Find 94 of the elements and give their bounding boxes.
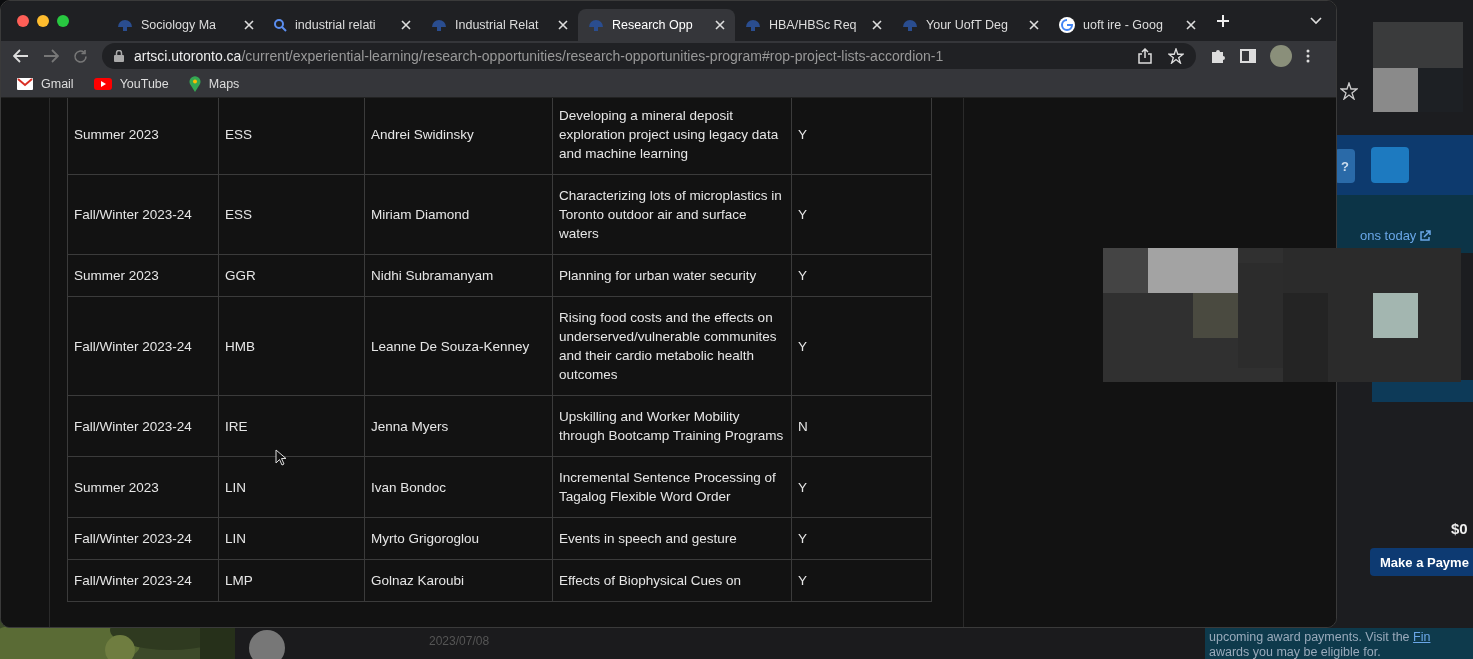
table-cell: Andrei Swidinsky bbox=[364, 98, 553, 175]
browser-tab[interactable]: Industrial Relat bbox=[421, 9, 578, 41]
globe-icon bbox=[117, 18, 133, 32]
address-bar[interactable]: artsci.utoronto.ca/current/experiential-learning/research-opportunities/research-opportunities-program#rop-project-lists-accordion-1 bbox=[102, 43, 1196, 69]
amount: $0 bbox=[1451, 520, 1468, 537]
profile-avatar[interactable] bbox=[1270, 45, 1292, 67]
table-cell: Developing a mineral deposit exploration project using legacy data and machine learning bbox=[552, 98, 792, 175]
table-cell: Y bbox=[791, 254, 932, 297]
google-icon bbox=[1059, 17, 1075, 33]
table-cell: Effects of Biophysical Cues on bbox=[552, 559, 792, 602]
table-cell: Y bbox=[791, 517, 932, 560]
star-icon[interactable] bbox=[1168, 48, 1184, 64]
more-icon[interactable] bbox=[1306, 49, 1310, 63]
table-cell: Jenna Myers bbox=[364, 395, 553, 457]
browser-tab[interactable]: uoft ire - Goog bbox=[1049, 9, 1206, 41]
close-icon[interactable] bbox=[1029, 20, 1039, 30]
table-cell: Upskilling and Worker Mobility through Bootcamp Training Programs bbox=[552, 395, 792, 457]
url-text: artsci.utoronto.ca/current/experiential-learning/research-opportunities/research-opportunities-program#rop-project-lists-accordion-1 bbox=[134, 48, 944, 64]
table-cell: Summer 2023 bbox=[67, 98, 219, 175]
table-cell: Y bbox=[791, 174, 932, 255]
table-cell: Fall/Winter 2023-24 bbox=[67, 517, 219, 560]
avatar bbox=[249, 630, 285, 659]
table-cell: Miriam Diamond bbox=[364, 174, 553, 255]
close-icon[interactable] bbox=[872, 20, 882, 30]
globe-icon bbox=[902, 18, 918, 32]
browser-tab[interactable]: industrial relati bbox=[264, 9, 421, 41]
map-pin-icon bbox=[188, 76, 201, 92]
table-cell: Leanne De Souza-Kenney bbox=[364, 296, 553, 396]
close-icon[interactable] bbox=[401, 20, 411, 30]
cursor-icon bbox=[275, 449, 287, 466]
table-cell: Myrto Grigoroglou bbox=[364, 517, 553, 560]
browser-tab[interactable]: Research Opp bbox=[578, 9, 735, 41]
table-cell: Golnaz Karoubi bbox=[364, 559, 553, 602]
share-icon[interactable] bbox=[1138, 48, 1152, 64]
table-cell: Y bbox=[791, 296, 932, 396]
table-cell: Rising food costs and the effects on underserved/vulnerable communites and their cardio metabolic health outcomes bbox=[552, 296, 792, 396]
table-cell: Incremental Sentence Processing of Tagalog Flexible Word Order bbox=[552, 456, 792, 518]
table-cell: ESS bbox=[218, 98, 365, 175]
new-tab-icon[interactable] bbox=[1216, 14, 1230, 28]
close-button[interactable] bbox=[17, 15, 29, 27]
mail-icon bbox=[17, 78, 33, 90]
table-cell: HMB bbox=[218, 296, 365, 396]
puzzle-icon[interactable] bbox=[1210, 48, 1226, 64]
table-cell: Characterizing lots of microplastics in Toronto outdoor air and surface waters bbox=[552, 174, 792, 255]
reload-icon[interactable] bbox=[73, 48, 88, 64]
table-cell: Ivan Bondoc bbox=[364, 456, 553, 518]
lock-icon bbox=[114, 50, 124, 62]
browser-tab[interactable]: Your UofT Deg bbox=[892, 9, 1049, 41]
link[interactable]: ons today bbox=[1360, 228, 1432, 243]
table-cell: Fall/Winter 2023-24 bbox=[67, 395, 219, 457]
link[interactable]: Fin bbox=[1413, 630, 1431, 644]
bookmark[interactable]: Gmail bbox=[17, 77, 74, 91]
table-cell: Nidhi Subramanyam bbox=[364, 254, 553, 297]
bookmark[interactable]: YouTube bbox=[93, 77, 169, 91]
close-icon[interactable] bbox=[558, 20, 568, 30]
close-icon[interactable] bbox=[244, 20, 254, 30]
table-cell: GGR bbox=[218, 254, 365, 297]
external-link-icon bbox=[1419, 229, 1432, 242]
star-icon bbox=[1340, 82, 1358, 100]
table-cell: Fall/Winter 2023-24 bbox=[67, 296, 219, 396]
help-button[interactable]: ? bbox=[1335, 149, 1355, 183]
close-icon[interactable] bbox=[1186, 20, 1196, 30]
globe-icon bbox=[588, 18, 604, 32]
table-cell: Fall/Winter 2023-24 bbox=[67, 559, 219, 602]
browser-tab[interactable]: HBA/HBSc Req bbox=[735, 9, 892, 41]
table-cell: LIN bbox=[218, 517, 365, 560]
message-date: 2023/07/08 bbox=[429, 634, 490, 648]
table-cell: N bbox=[791, 395, 932, 457]
globe-icon bbox=[745, 18, 761, 32]
logo-tile bbox=[1371, 147, 1409, 183]
back-icon[interactable] bbox=[13, 49, 29, 63]
globe-icon bbox=[431, 18, 447, 32]
table-cell: Y bbox=[791, 456, 932, 518]
forward-icon[interactable] bbox=[43, 49, 59, 63]
notice-text: upcoming award payments. Visit the Fin awards you may be eligible for. bbox=[1205, 628, 1473, 659]
table-cell: Planning for urban water security bbox=[552, 254, 792, 297]
sidebar-icon[interactable] bbox=[1240, 49, 1256, 63]
play-icon bbox=[93, 78, 112, 90]
chevron-down-icon[interactable] bbox=[1310, 17, 1322, 25]
table-cell: ESS bbox=[218, 174, 365, 255]
table-cell: LMP bbox=[218, 559, 365, 602]
minimize-button[interactable] bbox=[37, 15, 49, 27]
table-cell: Summer 2023 bbox=[67, 456, 219, 518]
zoom-button[interactable] bbox=[57, 15, 69, 27]
table-cell: Summer 2023 bbox=[67, 254, 219, 297]
close-icon[interactable] bbox=[715, 20, 725, 30]
table-cell: Events in speech and gesture bbox=[552, 517, 792, 560]
table-cell: Fall/Winter 2023-24 bbox=[67, 174, 219, 255]
table-cell: Y bbox=[791, 559, 932, 602]
table-cell: Y bbox=[791, 98, 932, 175]
search-icon bbox=[274, 18, 287, 32]
browser-tab[interactable]: Sociology Ma bbox=[107, 9, 264, 41]
bookmark[interactable]: Maps bbox=[188, 76, 240, 92]
payment-button[interactable]: Make a Payme bbox=[1370, 548, 1473, 576]
